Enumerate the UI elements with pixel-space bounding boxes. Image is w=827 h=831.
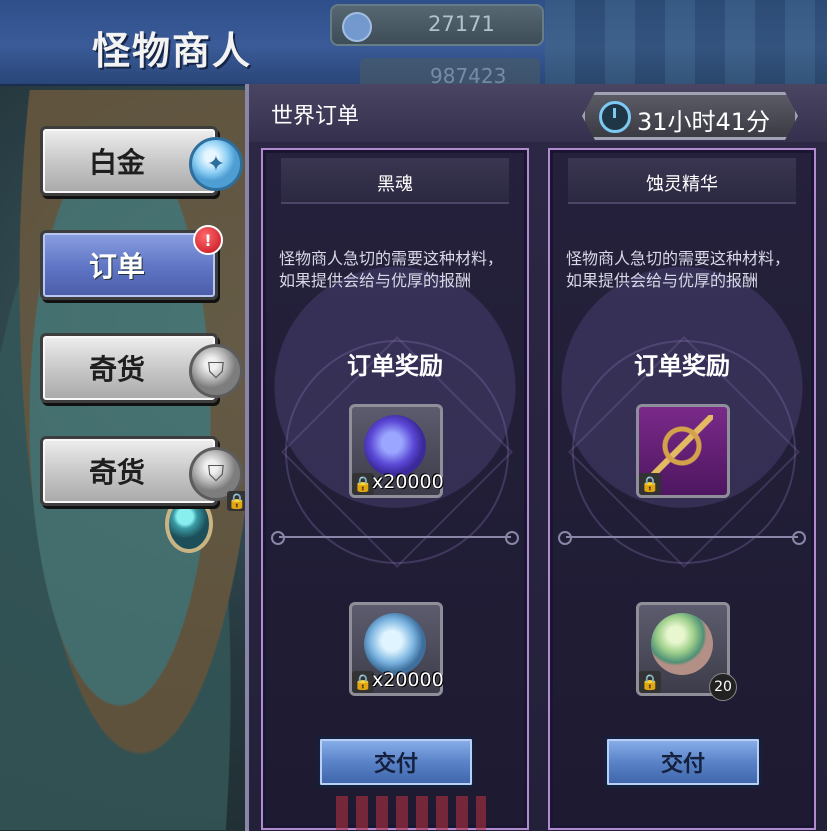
deliver-button[interactable]: 交付 [604,736,762,788]
timer-value: 31小时41分 [637,108,771,136]
order-name: 黑魂 [377,174,413,195]
order-card: 黑魂 怪物商人急切的需要这种材料，如果提供会给与优厚的报酬 订单奖励 🔒 x20… [261,148,529,830]
lock-icon: 🔒 [352,473,374,495]
top-header: 怪物商人 27171 987423 [0,0,827,86]
soul-check-icon [364,613,426,675]
crystal-orb-icon [651,613,713,675]
required-item-slot[interactable]: 🔒 x20000 [349,602,444,696]
bottom-decor [336,796,486,830]
sidebar-item-platinum[interactable]: 白金 ✦ [40,126,243,196]
stopwatch-icon [599,101,631,133]
order-timer: 31小时41分 [582,92,798,140]
currency-value: 27171 [428,12,495,36]
sidebar-item-label: 白金 [88,146,145,179]
currency-value-2: 987423 [430,64,507,84]
order-card: 蚀灵精华 怪物商人急切的需要这种材料，如果提供会给与优厚的报酬 订单奖励 🔒 🔒… [548,148,816,830]
reward-item-slot[interactable]: 🔒 [636,404,730,498]
lock-icon: 🔒 [227,491,247,511]
required-count-badge: 20 [709,673,737,701]
sidebar-item-label: 奇货 [88,456,145,489]
sidebar-item-label: 奇货 [88,353,145,386]
sidebar-item-rare-goods[interactable]: 奇货 ⛉ [40,333,243,403]
sidebar-item-orders[interactable]: 订单 ! [40,225,223,300]
divider [271,531,519,545]
required-item-slot[interactable]: 🔒 20 [636,602,737,701]
currency-counter: 27171 [330,4,544,46]
required-quantity: x20000 [372,669,444,691]
deliver-button[interactable]: 交付 [317,736,475,788]
order-name: 蚀灵精华 [646,174,718,195]
alert-badge-icon: ! [193,225,223,255]
panel-header: 世界订单 31小时41分 [249,84,827,142]
order-name-bar: 蚀灵精华 [568,158,796,204]
silver-coin-icon: ⛉ [189,344,243,398]
reward-item-slot[interactable]: 🔒 x20000 [349,404,444,498]
platinum-coin-icon: ✦ [189,137,243,191]
currency-counter-2: 987423 [360,58,540,84]
order-description: 怪物商人急切的需要这种材料，如果提供会给与优厚的报酬 [566,249,791,290]
currency-icon [342,12,372,42]
reward-quantity: x20000 [372,471,444,493]
header-decor [545,0,827,84]
black-soul-icon [364,415,426,477]
reward-title: 订单奖励 [347,352,443,380]
deliver-button-label: 交付 [373,752,418,777]
sidebar-item-label: 订单 [88,250,145,283]
divider [558,531,806,545]
sidebar-item-rare-goods-locked[interactable]: 奇货 ⛉ 🔒 [40,436,247,511]
golden-astrolabe-icon [651,415,713,477]
order-description: 怪物商人急切的需要这种材料，如果提供会给与优厚的报酬 [279,249,504,290]
page-title: 怪物商人 [92,29,253,73]
order-name-bar: 黑魂 [281,158,509,204]
reward-title: 订单奖励 [634,352,730,380]
lock-icon: 🔒 [639,473,661,495]
panel-title: 世界订单 [271,104,360,129]
lock-icon: 🔒 [352,671,374,693]
deliver-button-label: 交付 [660,752,705,777]
lock-icon: 🔒 [639,671,661,693]
